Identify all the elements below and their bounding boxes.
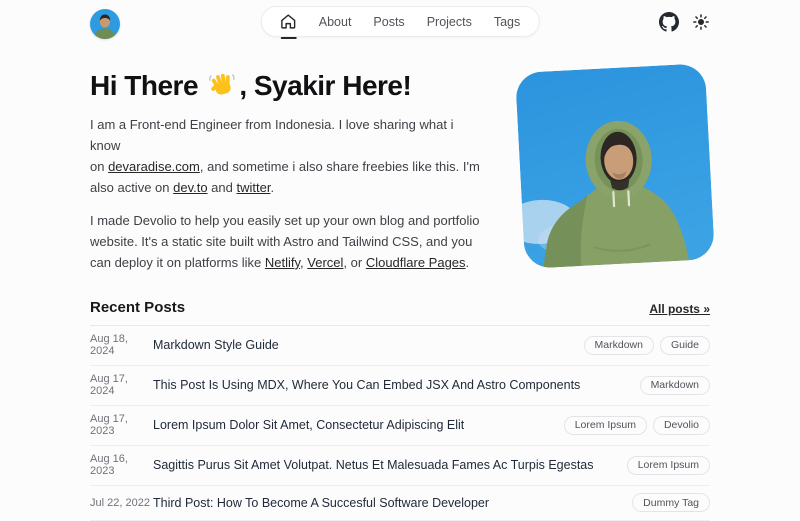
text-segment: on bbox=[90, 159, 108, 174]
post-tags: Markdown bbox=[630, 376, 710, 395]
tag-pill[interactable]: Lorem Ipsum bbox=[564, 416, 647, 435]
post-date: Aug 18, 2024 bbox=[90, 333, 153, 357]
text-segment: and bbox=[208, 180, 237, 195]
post-tags: Lorem Ipsum bbox=[617, 456, 710, 475]
post-title-link[interactable]: Markdown Style Guide bbox=[153, 338, 279, 352]
nav-active-indicator bbox=[280, 37, 296, 40]
hero-text: Hi There , Syakir Here! I am a Front-end… bbox=[90, 64, 502, 274]
recent-posts-header: Recent Posts All posts » bbox=[90, 299, 710, 326]
home-icon bbox=[280, 13, 297, 30]
nav-item-about[interactable]: About bbox=[319, 15, 352, 29]
text-segment: can deploy it on platforms like bbox=[90, 255, 265, 270]
text-segment: website. It's a static site built with A… bbox=[90, 234, 472, 249]
post-row[interactable]: Aug 17, 2024 This Post Is Using MDX, Whe… bbox=[90, 366, 710, 406]
text-segment: also active on bbox=[90, 180, 173, 195]
tag-pill[interactable]: Devolio bbox=[653, 416, 710, 435]
link-vercel[interactable]: Vercel bbox=[307, 255, 343, 270]
post-title-link[interactable]: This Post Is Using MDX, Where You Can Em… bbox=[153, 378, 580, 392]
theme-toggle-button[interactable] bbox=[692, 13, 710, 31]
header-icons bbox=[659, 12, 710, 32]
page-title: Hi There , Syakir Here! bbox=[90, 70, 484, 102]
tag-pill[interactable]: Markdown bbox=[640, 376, 710, 395]
text-segment: . bbox=[466, 255, 470, 270]
tag-pill[interactable]: Markdown bbox=[584, 336, 654, 355]
github-icon bbox=[659, 12, 679, 32]
hero-paragraph-2: I made Devolio to help you easily set up… bbox=[90, 211, 484, 273]
post-row[interactable]: Aug 17, 2023 Lorem Ipsum Dolor Sit Amet,… bbox=[90, 406, 710, 446]
text-segment: , and sometime i also share freebies lik… bbox=[200, 159, 480, 174]
avatar-photo-graphic bbox=[90, 9, 120, 39]
site-header: About Posts Projects Tags bbox=[0, 0, 800, 48]
nav-item-posts[interactable]: Posts bbox=[373, 15, 404, 29]
text-segment: I am a Front-end Engineer from Indonesia… bbox=[90, 117, 453, 153]
post-title-link[interactable]: Third Post: How To Become A Succesful So… bbox=[153, 496, 489, 510]
post-tags: Lorem Ipsum Devolio bbox=[554, 416, 710, 435]
github-link[interactable] bbox=[659, 12, 679, 32]
post-row[interactable]: Aug 18, 2024 Markdown Style Guide Markdo… bbox=[90, 326, 710, 366]
theme-toggle-sun-icon bbox=[692, 13, 710, 31]
post-tags: Markdown Guide bbox=[574, 336, 710, 355]
hero-paragraph-1: I am a Front-end Engineer from Indonesia… bbox=[90, 115, 484, 198]
post-date: Jul 22, 2022 bbox=[90, 497, 153, 509]
link-twitter[interactable]: twitter bbox=[236, 180, 270, 195]
link-dev-to[interactable]: dev.to bbox=[173, 180, 207, 195]
text-segment: , or bbox=[343, 255, 365, 270]
recent-posts-list: Aug 18, 2024 Markdown Style Guide Markdo… bbox=[90, 326, 710, 521]
tag-pill[interactable]: Lorem Ipsum bbox=[627, 456, 710, 475]
nav-item-tags[interactable]: Tags bbox=[494, 15, 520, 29]
recent-posts-title: Recent Posts bbox=[90, 299, 185, 316]
link-cloudflare-pages[interactable]: Cloudflare Pages bbox=[366, 255, 466, 270]
nav-item-projects[interactable]: Projects bbox=[427, 15, 472, 29]
hero-section: Hi There , Syakir Here! I am a Front-end… bbox=[90, 64, 710, 274]
recent-posts-section: Recent Posts All posts » Aug 18, 2024 Ma… bbox=[90, 299, 710, 521]
profile-photo-graphic bbox=[515, 63, 715, 269]
tag-pill[interactable]: Dummy Tag bbox=[632, 493, 710, 512]
all-posts-link[interactable]: All posts » bbox=[649, 302, 710, 316]
tag-pill[interactable]: Guide bbox=[660, 336, 710, 355]
main-nav: About Posts Projects Tags bbox=[261, 6, 540, 37]
post-date: Aug 17, 2024 bbox=[90, 373, 153, 397]
title-suffix: , Syakir Here! bbox=[239, 70, 411, 101]
waving-hand-icon bbox=[208, 71, 236, 99]
post-row[interactable]: Jul 22, 2022 Third Post: How To Become A… bbox=[90, 486, 710, 521]
post-title-link[interactable]: Lorem Ipsum Dolor Sit Amet, Consectetur … bbox=[153, 418, 464, 432]
title-prefix: Hi There bbox=[90, 70, 205, 101]
post-title-link[interactable]: Sagittis Purus Sit Amet Volutpat. Netus … bbox=[153, 458, 594, 472]
post-date: Aug 16, 2023 bbox=[90, 453, 153, 477]
main-content: Hi There , Syakir Here! I am a Front-end… bbox=[90, 64, 710, 521]
text-segment: I made Devolio to help you easily set up… bbox=[90, 213, 480, 228]
text-segment: . bbox=[270, 180, 274, 195]
profile-photo bbox=[515, 63, 715, 269]
link-netlify[interactable]: Netlify bbox=[265, 255, 300, 270]
post-date: Aug 17, 2023 bbox=[90, 413, 153, 437]
post-tags: Dummy Tag bbox=[622, 493, 710, 512]
avatar[interactable] bbox=[90, 9, 120, 39]
post-row[interactable]: Aug 16, 2023 Sagittis Purus Sit Amet Vol… bbox=[90, 446, 710, 486]
link-devaradise-com[interactable]: devaradise.com bbox=[108, 159, 200, 174]
nav-home-link[interactable] bbox=[280, 13, 297, 30]
